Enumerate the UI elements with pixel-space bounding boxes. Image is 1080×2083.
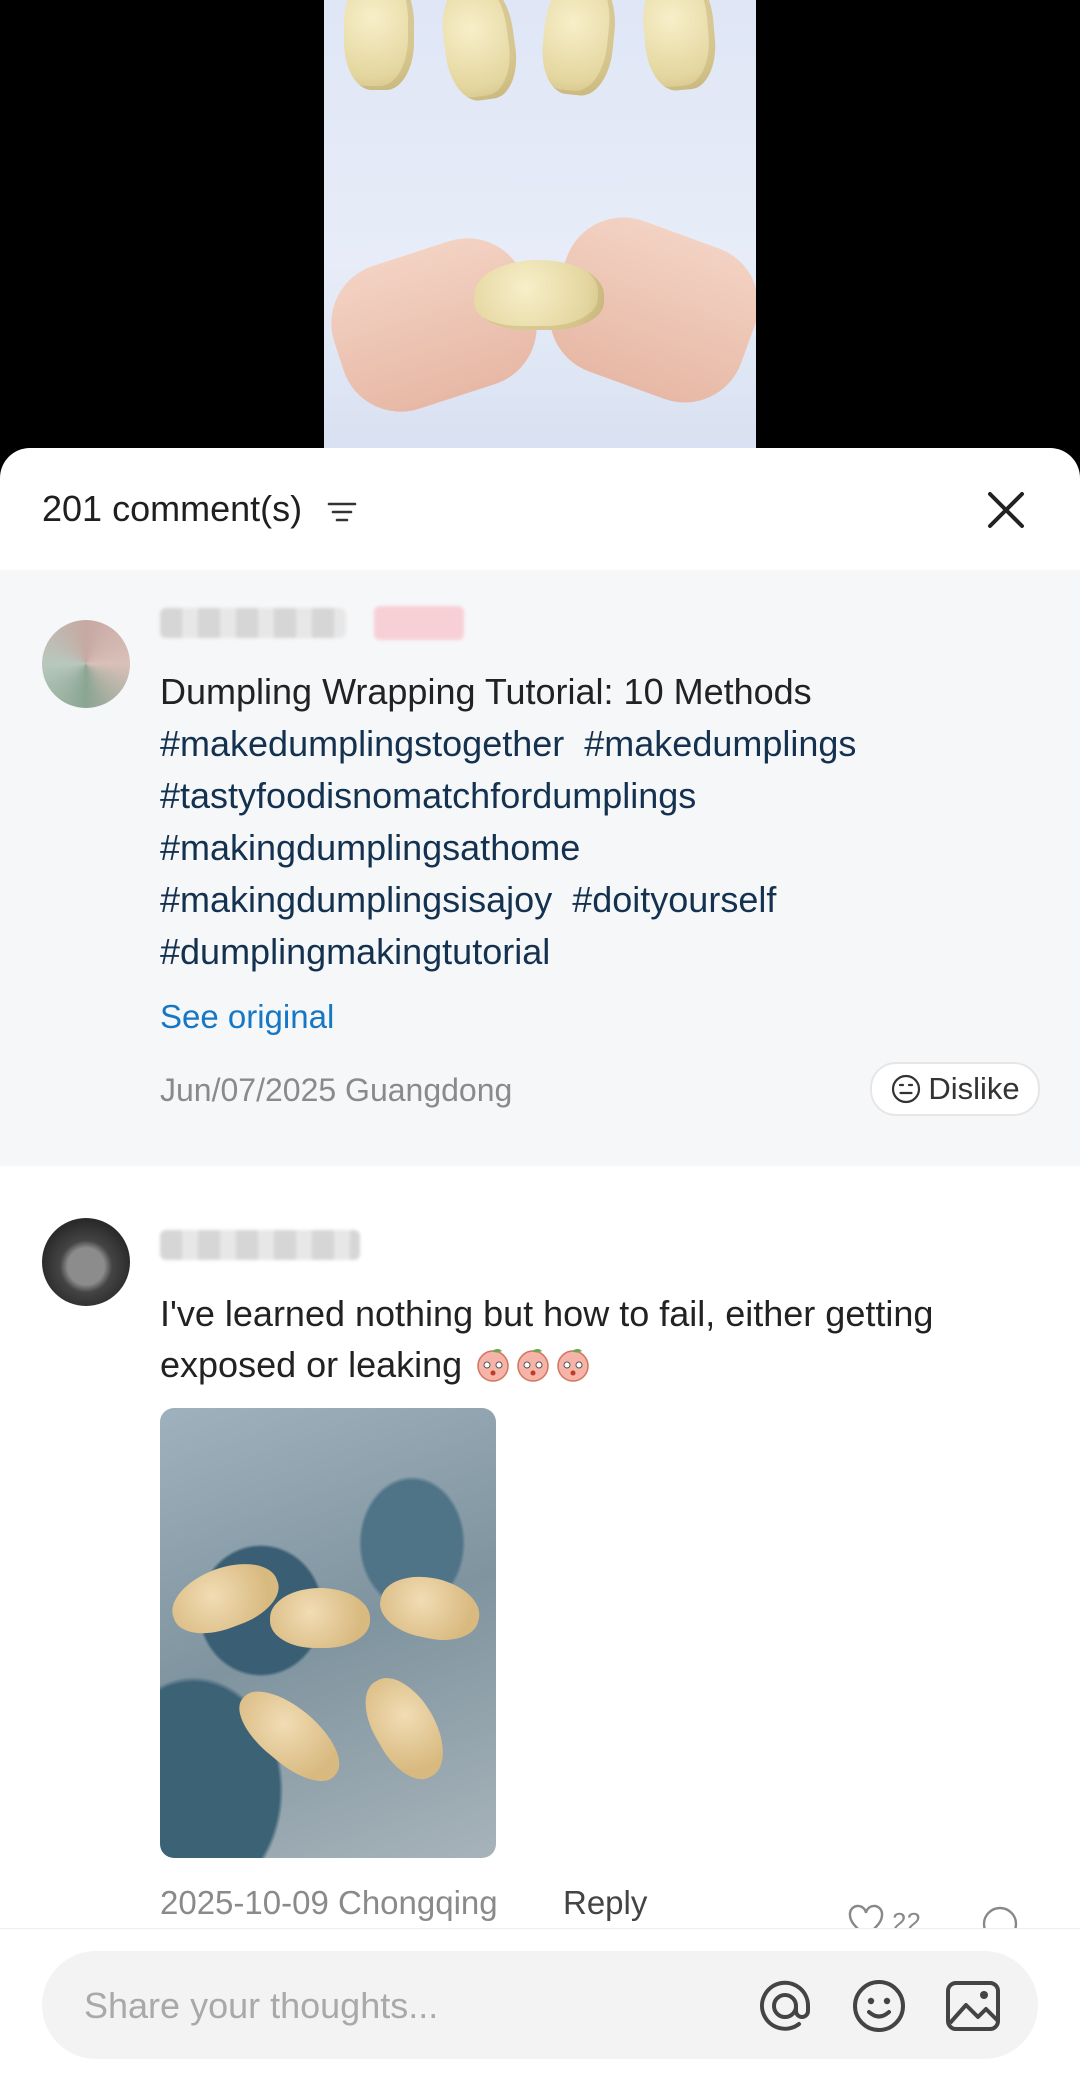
at-sign-icon[interactable] [756, 1977, 814, 2035]
post-title: Dumpling Wrapping Tutorial: 10 Methods [160, 671, 812, 712]
dumpling-image-part [638, 0, 720, 93]
hashtag-link[interactable]: #makingdumplingsisajoy [160, 879, 552, 920]
peach-emoji-icon [557, 1349, 589, 1382]
hashtag-link[interactable]: #dumplingmakingtutorial [160, 931, 550, 972]
photo-dumpling [374, 1568, 486, 1648]
close-icon[interactable] [980, 484, 1032, 536]
avatar[interactable] [42, 620, 130, 708]
dislike-label: Dislike [928, 1071, 1020, 1106]
comments-sheet: 201 comment(s) Dumpling Wrapping Tutoria… [0, 448, 1080, 2082]
see-original-link[interactable]: See original [160, 998, 334, 1036]
comment-composer: Share your thoughts... [0, 1928, 1080, 2083]
dumpling-image-part [435, 0, 523, 105]
reply-button[interactable]: Reply [563, 1884, 647, 1922]
neutral-face-icon [892, 1074, 921, 1104]
post-hashtags: #makedumplingstogether #makedumplings #t… [160, 718, 1040, 978]
comment-meta: 2025-10-09 Chongqing [160, 1884, 498, 1922]
image-icon[interactable] [944, 1977, 1002, 2035]
comment-input[interactable]: Share your thoughts... [42, 1951, 1038, 2059]
hashtag-link[interactable]: #doityourself [572, 879, 776, 920]
filter-lines-icon[interactable] [326, 496, 358, 528]
photo-dumpling [163, 1550, 287, 1646]
dumpling-image-part [537, 0, 621, 99]
comment-count: 201 comment(s) [42, 488, 303, 529]
hashtag-link[interactable]: #tastyfoodisnomatchfordumplings [160, 775, 696, 816]
hashtag-link[interactable]: #makedumplingstogether [160, 723, 564, 764]
username-blurred[interactable] [160, 1230, 360, 1260]
hashtag-link[interactable]: #makedumplings [584, 723, 856, 764]
avatar[interactable] [42, 1218, 130, 1306]
author-badge-blurred [374, 606, 464, 640]
comments-header: 201 comment(s) [0, 448, 1080, 568]
comment-date: 2025-10-09 [160, 1884, 329, 1921]
comment-text: I've learned nothing but how to fail, ei… [160, 1288, 1040, 1390]
dislike-button[interactable]: Dislike [870, 1062, 1040, 1116]
smiley-icon[interactable] [850, 1977, 908, 2035]
comment-location: Chongqing [337, 1884, 498, 1921]
post-description-card: Dumpling Wrapping Tutorial: 10 Methods #… [0, 570, 1080, 1166]
photo-dumpling [351, 1665, 459, 1791]
post-meta: Jun/07/2025 Guangdong [160, 1072, 512, 1109]
post-date: Jun/07/2025 [160, 1072, 337, 1108]
peach-emoji-icon [477, 1349, 509, 1382]
photo-dumpling [270, 1588, 370, 1648]
video-frame [324, 0, 756, 470]
dumpling-image-part [344, 0, 414, 90]
dumpling-in-hands [474, 260, 604, 330]
video-player[interactable] [0, 0, 1080, 470]
post-location: Guangdong [345, 1072, 513, 1108]
comment-input-placeholder: Share your thoughts... [84, 1985, 439, 2026]
peach-emoji-icon [517, 1349, 549, 1382]
hashtag-link[interactable]: #makingdumplingsathome [160, 827, 580, 868]
username-blurred[interactable] [160, 608, 346, 638]
photo-dumpling [226, 1675, 354, 1796]
comment-image[interactable] [160, 1408, 496, 1858]
